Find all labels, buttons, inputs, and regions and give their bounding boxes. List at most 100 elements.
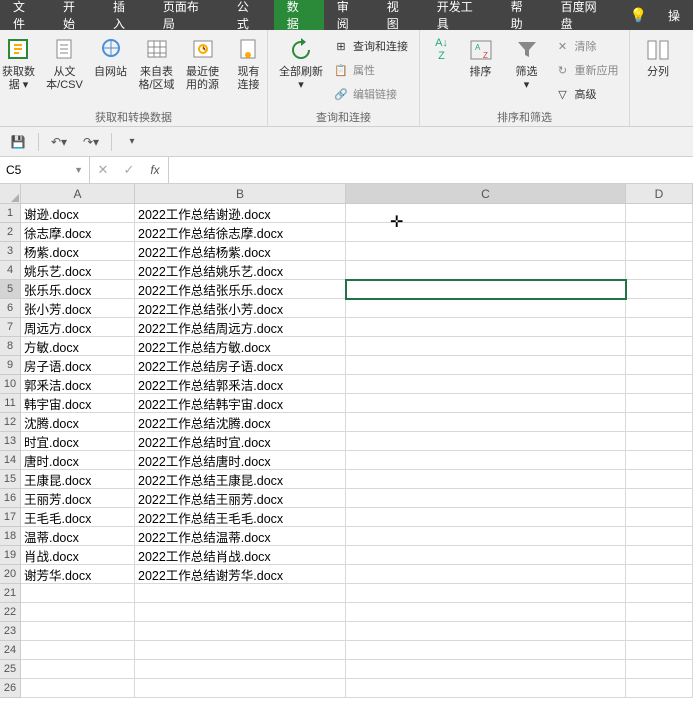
cell[interactable] bbox=[626, 622, 693, 641]
cell[interactable] bbox=[626, 394, 693, 413]
row-header[interactable]: 15 bbox=[0, 470, 21, 489]
cell[interactable] bbox=[346, 470, 626, 489]
cell[interactable]: 2022工作总结郭釆洁.docx bbox=[135, 375, 346, 394]
ribbon-item[interactable]: 从文 本/CSV bbox=[43, 32, 87, 92]
cell[interactable] bbox=[626, 679, 693, 698]
cell[interactable] bbox=[135, 641, 346, 660]
ribbon-item[interactable]: 获取数 据 ▾ bbox=[0, 32, 41, 92]
sort-az-button[interactable]: A↓Z bbox=[427, 32, 457, 66]
ribbon-item[interactable]: 自网站 bbox=[89, 32, 133, 79]
name-box[interactable]: C5 ▼ bbox=[0, 157, 90, 183]
cell[interactable] bbox=[626, 432, 693, 451]
cell[interactable]: 时宜.docx bbox=[21, 432, 135, 451]
menu-tab-数据[interactable]: 数据 bbox=[274, 0, 324, 30]
cell[interactable]: 2022工作总结谢芳华.docx bbox=[135, 565, 346, 584]
cell[interactable] bbox=[346, 622, 626, 641]
ribbon-item[interactable]: 现有 连接 bbox=[227, 32, 271, 92]
row-header[interactable]: 6 bbox=[0, 299, 21, 318]
cell[interactable] bbox=[626, 280, 693, 299]
cell[interactable]: 2022工作总结杨紫.docx bbox=[135, 242, 346, 261]
cell[interactable]: 周远方.docx bbox=[21, 318, 135, 337]
row-header[interactable]: 14 bbox=[0, 451, 21, 470]
row-header[interactable]: 22 bbox=[0, 603, 21, 622]
row-header[interactable]: 1 bbox=[0, 204, 21, 223]
cell[interactable] bbox=[626, 470, 693, 489]
cell[interactable]: 张小芳.docx bbox=[21, 299, 135, 318]
cell[interactable]: 王康昆.docx bbox=[21, 470, 135, 489]
row-header[interactable]: 4 bbox=[0, 261, 21, 280]
cell[interactable]: 2022工作总结王丽芳.docx bbox=[135, 489, 346, 508]
cell[interactable]: 2022工作总结谢逊.docx bbox=[135, 204, 346, 223]
cell[interactable] bbox=[346, 223, 626, 242]
cell[interactable] bbox=[346, 356, 626, 375]
cell[interactable] bbox=[626, 641, 693, 660]
menu-tab-公式[interactable]: 公式 bbox=[224, 0, 274, 30]
cell[interactable] bbox=[626, 451, 693, 470]
row-header[interactable]: 26 bbox=[0, 679, 21, 698]
cell[interactable]: 郭釆洁.docx bbox=[21, 375, 135, 394]
cell[interactable]: 唐时.docx bbox=[21, 451, 135, 470]
cell[interactable]: 2022工作总结房子语.docx bbox=[135, 356, 346, 375]
cell[interactable]: 2022工作总结唐时.docx bbox=[135, 451, 346, 470]
row-header[interactable]: 12 bbox=[0, 413, 21, 432]
menu-tab-文件[interactable]: 文件 bbox=[0, 0, 50, 30]
undo-button[interactable]: ↶▾ bbox=[47, 131, 71, 153]
cell[interactable] bbox=[346, 318, 626, 337]
enter-button[interactable]: ✓ bbox=[116, 162, 142, 178]
cell[interactable]: 2022工作总结沈腾.docx bbox=[135, 413, 346, 432]
cell[interactable]: 方敏.docx bbox=[21, 337, 135, 356]
tellme-icon[interactable]: 💡 bbox=[622, 0, 655, 30]
cell[interactable] bbox=[626, 299, 693, 318]
cell[interactable] bbox=[135, 584, 346, 603]
cell[interactable] bbox=[346, 641, 626, 660]
cell[interactable] bbox=[626, 660, 693, 679]
cell[interactable] bbox=[626, 584, 693, 603]
cell[interactable] bbox=[346, 432, 626, 451]
cell[interactable]: 肖战.docx bbox=[21, 546, 135, 565]
cell[interactable] bbox=[346, 546, 626, 565]
cell[interactable]: 2022工作总结方敏.docx bbox=[135, 337, 346, 356]
row-header[interactable]: 17 bbox=[0, 508, 21, 527]
cell[interactable] bbox=[626, 223, 693, 242]
cell[interactable]: 2022工作总结徐志摩.docx bbox=[135, 223, 346, 242]
cell[interactable] bbox=[135, 622, 346, 641]
col-header-A[interactable]: A bbox=[21, 184, 135, 203]
cell[interactable]: 2022工作总结肖战.docx bbox=[135, 546, 346, 565]
cell[interactable] bbox=[346, 394, 626, 413]
cell[interactable] bbox=[626, 337, 693, 356]
cell[interactable]: 2022工作总结王康昆.docx bbox=[135, 470, 346, 489]
cell[interactable] bbox=[626, 565, 693, 584]
cell[interactable]: 徐志摩.docx bbox=[21, 223, 135, 242]
tellme-text[interactable]: 操 bbox=[655, 0, 693, 30]
cell[interactable]: 房子语.docx bbox=[21, 356, 135, 375]
menu-tab-页面布局[interactable]: 页面布局 bbox=[150, 0, 224, 30]
cell[interactable] bbox=[346, 489, 626, 508]
row-header[interactable]: 9 bbox=[0, 356, 21, 375]
customize-qat[interactable]: ▾ bbox=[120, 131, 144, 153]
cell[interactable] bbox=[346, 375, 626, 394]
cell[interactable]: 2022工作总结张小芳.docx bbox=[135, 299, 346, 318]
cell[interactable]: 2022工作总结韩宇宙.docx bbox=[135, 394, 346, 413]
redo-button[interactable]: ↷▾ bbox=[79, 131, 103, 153]
fx-button[interactable]: fx bbox=[142, 163, 168, 177]
cell[interactable] bbox=[135, 603, 346, 622]
cell[interactable]: 谢芳华.docx bbox=[21, 565, 135, 584]
cell[interactable] bbox=[21, 641, 135, 660]
row-header[interactable]: 8 bbox=[0, 337, 21, 356]
cell[interactable] bbox=[346, 584, 626, 603]
row-header[interactable]: 21 bbox=[0, 584, 21, 603]
row-header[interactable]: 3 bbox=[0, 242, 21, 261]
cell[interactable]: 2022工作总结周远方.docx bbox=[135, 318, 346, 337]
ribbon-item[interactable]: 来自表 格/区域 bbox=[135, 32, 179, 92]
row-header[interactable]: 5 bbox=[0, 280, 21, 299]
cell[interactable] bbox=[346, 451, 626, 470]
cell[interactable] bbox=[21, 622, 135, 641]
cell[interactable] bbox=[21, 679, 135, 698]
cell[interactable] bbox=[626, 375, 693, 394]
cell[interactable] bbox=[135, 660, 346, 679]
cell[interactable] bbox=[346, 242, 626, 261]
col-header-B[interactable]: B bbox=[135, 184, 346, 203]
cell[interactable]: 谢逊.docx bbox=[21, 204, 135, 223]
cell[interactable] bbox=[346, 413, 626, 432]
cell[interactable]: 2022工作总结王毛毛.docx bbox=[135, 508, 346, 527]
